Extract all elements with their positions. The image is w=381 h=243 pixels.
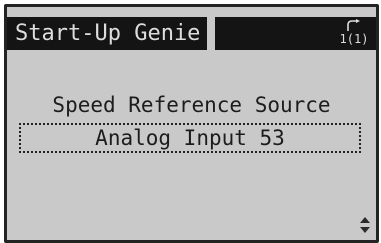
title-bar-right: 1(1) (215, 17, 376, 50)
parameter-label: Speed Reference Source (52, 93, 331, 117)
parameter-value-field[interactable]: Analog Input 53 (19, 123, 361, 153)
menu-index-indicator: 1(1) (336, 17, 372, 50)
menu-title: Start-Up Genie (7, 17, 207, 50)
lcp-display: Start-Up Genie 1(1) Speed Reference Sour… (4, 4, 379, 243)
up-down-arrows-icon[interactable] (359, 216, 371, 234)
menu-index-text: 1(1) (339, 32, 369, 46)
